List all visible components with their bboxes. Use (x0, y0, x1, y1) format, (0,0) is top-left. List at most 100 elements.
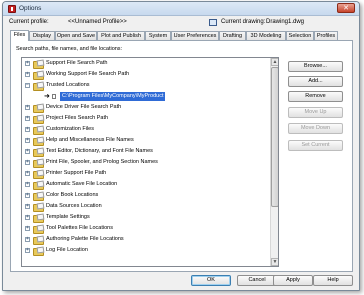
apply-button[interactable]: Apply (273, 275, 313, 286)
tree-item-label: Template Settings (46, 214, 90, 220)
tab-profiles[interactable]: Profiles (314, 31, 338, 40)
tree-item-label: Device Driver File Search Path (46, 104, 122, 110)
move-up-button[interactable]: Move Up (288, 107, 343, 118)
tree-item-label: Trusted Locations (46, 82, 90, 88)
expand-icon[interactable]: + (25, 105, 30, 110)
tree-item-working-support-file-search-path[interactable]: + Working Support File Search Path (22, 70, 270, 80)
tree-item-device-driver-file-search-path[interactable]: + Device Driver File Search Path (22, 103, 270, 113)
tree-item-support-file-search-path[interactable]: + Support File Search Path (22, 59, 270, 69)
folder-icon (33, 192, 44, 201)
window-title: Options (19, 5, 42, 12)
tree-item-label: Printer Support File Path (46, 170, 107, 176)
ok-button[interactable]: OK (191, 275, 231, 286)
tab-plot-and-publish[interactable]: Plot and Publish (97, 31, 145, 40)
folder-icon (33, 214, 44, 223)
scroll-thumb[interactable] (271, 67, 278, 207)
tree-item-print-file-spooler-prolog[interactable]: + Print File, Spooler, and Prolog Sectio… (22, 158, 270, 168)
expand-icon[interactable]: + (25, 215, 30, 220)
tree-item-label: Help and Miscellaneous File Names (46, 137, 134, 143)
tree-item-project-files-search-path[interactable]: + Project Files Search Path (22, 114, 270, 124)
add-button[interactable]: Add... (288, 76, 343, 87)
expand-icon[interactable]: + (25, 226, 30, 231)
tree-item-help-and-misc-file-names[interactable]: + Help and Miscellaneous File Names (22, 136, 270, 146)
expand-icon[interactable]: + (25, 171, 30, 176)
tree-item-label: Project Files Search Path (46, 115, 109, 121)
tree-item-data-sources-location[interactable]: + Data Sources Location (22, 202, 270, 212)
expand-icon[interactable]: + (25, 72, 30, 77)
current-profile-value: <<Unnamed Profile>> (68, 19, 127, 25)
close-button[interactable]: ✕ (337, 3, 355, 13)
list-caption: Search paths, file names, and file locat… (16, 46, 123, 52)
tree-item-label: Log File Location (46, 247, 88, 253)
tree-item-trusted-path[interactable]: ➜ C:\Program Files\MyCompany\MyProduct (22, 92, 270, 101)
files-tab-panel: Search paths, file names, and file locat… (10, 40, 353, 272)
scroll-up-icon[interactable]: ▲ (271, 58, 278, 66)
tree-scrollbar[interactable]: ▲ ▼ (270, 58, 278, 266)
tree-item-customization-files[interactable]: + Customization Files (22, 125, 270, 135)
collapse-icon[interactable]: − (25, 83, 30, 88)
arrow-icon: ➜ (44, 93, 50, 100)
tree-item-label: Print File, Spooler, and Prolog Section … (46, 159, 158, 165)
selected-path-label[interactable]: C:\Program Files\MyCompany\MyProduct (60, 92, 166, 101)
path-icon (52, 94, 56, 99)
move-down-button[interactable]: Move Down (288, 123, 343, 134)
expand-icon[interactable]: + (25, 237, 30, 242)
expand-icon[interactable]: + (25, 182, 30, 187)
tree-item-label: Support File Search Path (46, 60, 108, 66)
scroll-down-icon[interactable]: ▼ (271, 258, 278, 266)
tree-item-tool-palettes-file-locations[interactable]: + Tool Palettes File Locations (22, 224, 270, 234)
browse-button[interactable]: Browse... (288, 61, 343, 72)
folder-icon (33, 104, 44, 113)
folder-icon (33, 159, 44, 168)
expand-icon[interactable]: + (25, 204, 30, 209)
expand-icon[interactable]: + (25, 127, 30, 132)
current-drawing-label: Current drawing: (221, 19, 266, 25)
tab-files[interactable]: Files (10, 30, 29, 41)
set-current-button[interactable]: Set Current (288, 140, 343, 151)
tree-item-label: Tool Palettes File Locations (46, 225, 113, 231)
tree-item-label: Data Sources Location (46, 203, 102, 209)
tree-item-template-settings[interactable]: + Template Settings (22, 213, 270, 223)
tree-item-trusted-locations[interactable]: − Trusted Locations (22, 81, 270, 91)
expand-icon[interactable]: + (25, 248, 30, 253)
tree-item-text-editor-dictionary-font[interactable]: + Text Editor, Dictionary, and Font File… (22, 147, 270, 157)
remove-button[interactable]: Remove (288, 91, 343, 102)
expand-icon[interactable]: + (25, 138, 30, 143)
expand-icon[interactable]: + (25, 193, 30, 198)
tab-3d-modeling[interactable]: 3D Modeling (246, 31, 286, 40)
search-paths-tree[interactable]: + Support File Search Path + Working Sup… (21, 57, 279, 267)
folder-icon (33, 71, 44, 80)
folder-icon (33, 236, 44, 245)
folder-icon (33, 126, 44, 135)
tab-drafting[interactable]: Drafting (219, 31, 246, 40)
tree-item-label: Authoring Palette File Locations (46, 236, 124, 242)
tab-user-preferences[interactable]: User Preferences (171, 31, 219, 40)
app-icon (8, 5, 16, 13)
tab-selection[interactable]: Selection (286, 31, 314, 40)
tree-item-printer-support-file-path[interactable]: + Printer Support File Path (22, 169, 270, 179)
expand-icon[interactable]: + (25, 149, 30, 154)
title-bar[interactable]: Options ✕ (3, 2, 359, 16)
expand-icon[interactable]: + (25, 160, 30, 165)
folder-icon (33, 203, 44, 212)
tree-item-label: Text Editor, Dictionary, and Font File N… (46, 148, 153, 154)
folder-icon (33, 137, 44, 146)
drawing-icon (209, 19, 217, 26)
tab-system[interactable]: System (145, 31, 171, 40)
current-drawing-value: Drawing1.dwg (266, 19, 305, 25)
tab-display[interactable]: Display (29, 31, 55, 40)
tree-item-label: Automatic Save File Location (46, 181, 118, 187)
expand-icon[interactable]: + (25, 61, 30, 66)
tree-item-label: Working Support File Search Path (46, 71, 130, 77)
tree-item-color-book-locations[interactable]: + Color Book Locations (22, 191, 270, 201)
tree-item-authoring-palette-file-locations[interactable]: + Authoring Palette File Locations (22, 235, 270, 245)
cancel-button[interactable]: Cancel (237, 275, 277, 286)
tree-item-label: Customization Files (46, 126, 94, 132)
tree-item-automatic-save-file-location[interactable]: + Automatic Save File Location (22, 180, 270, 190)
tree-item-log-file-location[interactable]: + Log File Location (22, 246, 270, 256)
folder-icon (33, 181, 44, 190)
expand-icon[interactable]: + (25, 116, 30, 121)
tab-open-and-save[interactable]: Open and Save (55, 31, 97, 40)
folder-icon (33, 247, 44, 256)
help-button[interactable]: Help (313, 275, 353, 286)
